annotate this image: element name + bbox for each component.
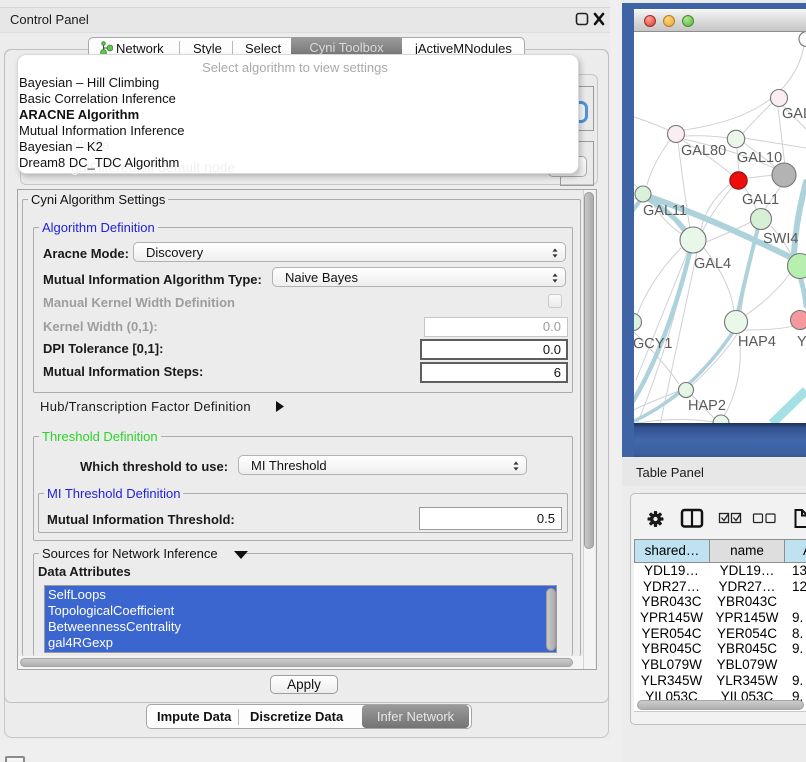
svg-text:HAP4: HAP4 (738, 334, 776, 350)
svg-text:GAL10: GAL10 (737, 150, 782, 166)
svg-text:GAL1: GAL1 (742, 192, 779, 208)
svg-text:GAL4: GAL4 (694, 256, 731, 272)
svg-text:YM: YM (797, 334, 806, 350)
svg-text:GCY1: GCY1 (634, 336, 673, 352)
svg-text:GAL80: GAL80 (681, 143, 726, 159)
svg-text:GAL7: GAL7 (782, 106, 806, 122)
svg-text:SWI4: SWI4 (763, 231, 798, 247)
svg-text:HAP2: HAP2 (688, 398, 726, 414)
svg-text:GAL11: GAL11 (643, 203, 687, 219)
